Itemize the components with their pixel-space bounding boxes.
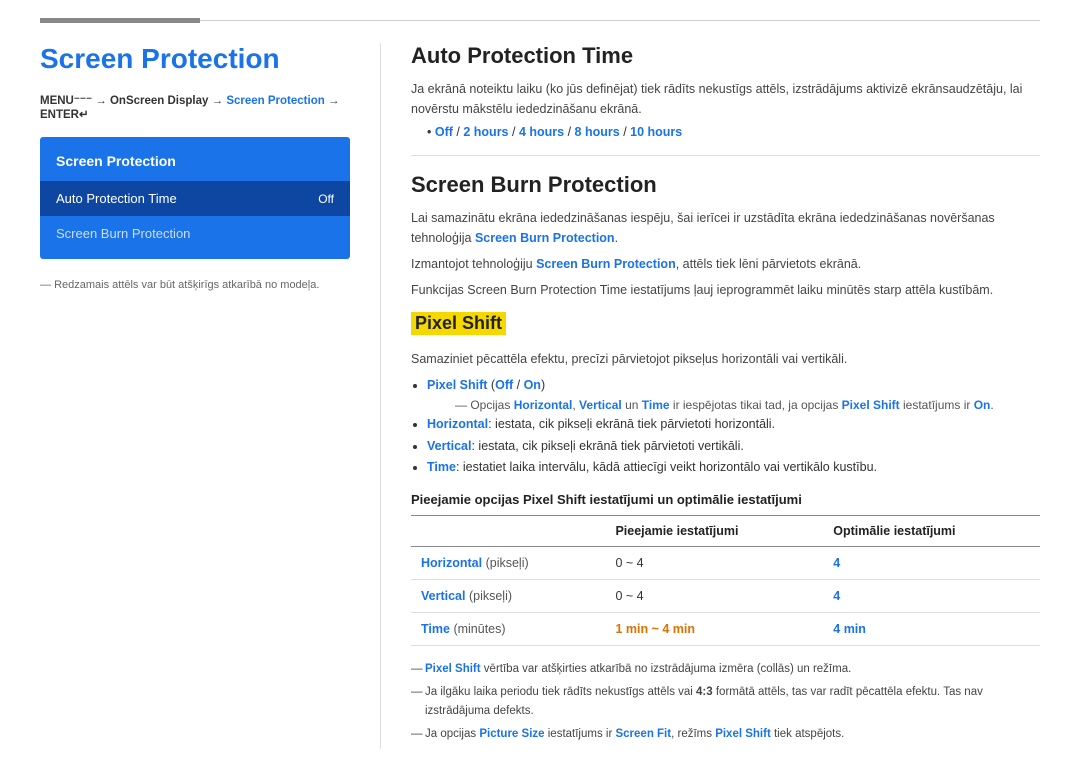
- menu-item-auto-value: Off: [318, 192, 334, 206]
- row-time-label: Time (minūtes): [411, 613, 605, 646]
- bullet-0-subnote: Opcijas Horizontal, Vertical un Time ir …: [455, 396, 1040, 414]
- row-vertical-optimal: 4: [823, 580, 1040, 613]
- menu-item-auto-label: Auto Protection Time: [56, 191, 177, 206]
- menu-item-burn-label: Screen Burn Protection: [56, 226, 190, 241]
- col-header-label: [411, 516, 605, 547]
- bullet-0: Pixel Shift (Off / On) Opcijas Horizonta…: [427, 375, 1040, 414]
- row-vertical-label: Vertical (pikseļi): [411, 580, 605, 613]
- table-row: Vertical (pikseļi) 0 ~ 4 4: [411, 580, 1040, 613]
- section2-desc3: Funkcijas Screen Burn Protection Time ie…: [411, 280, 1040, 300]
- section2-desc2: Izmantojot tehnoloģiju Screen Burn Prote…: [411, 254, 1040, 274]
- page-title: Screen Protection: [40, 43, 350, 75]
- top-bar-dark: [40, 18, 200, 23]
- breadcrumb-screen-protection: Screen Protection: [226, 95, 324, 107]
- pixel-shift-bullets: Pixel Shift (Off / On) Opcijas Horizonta…: [427, 375, 1040, 478]
- bottom-note-1: Ja ilgāku laika periodu tiek rādīts neku…: [411, 683, 1040, 720]
- section1-desc: Ja ekrānā noteiktu laiku (ko jūs definēj…: [411, 79, 1040, 119]
- bottom-notes: Pixel Shift vērtība var atšķirties atkar…: [411, 660, 1040, 744]
- row-horizontal-label: Horizontal (pikseļi): [411, 547, 605, 580]
- pixel-shift-table: Pieejamie iestatījumi Optimālie iestatīj…: [411, 515, 1040, 646]
- bullet-2: Vertical: iestata, cik pikseļi ekrānā ti…: [427, 436, 1040, 457]
- row-vertical-range: 0 ~ 4: [605, 580, 823, 613]
- breadcrumb-arrow1: →: [95, 95, 110, 107]
- screen-burn-link: Screen Burn Protection: [475, 231, 615, 245]
- pixel-shift-heading: Pixel Shift: [411, 312, 506, 335]
- table-row: Horizontal (pikseļi) 0 ~ 4 4: [411, 547, 1040, 580]
- row-horizontal-optimal: 4: [823, 547, 1040, 580]
- menu-box-title: Screen Protection: [40, 145, 350, 181]
- right-panel: Auto Protection Time Ja ekrānā noteiktu …: [380, 43, 1040, 749]
- breadcrumb-enter: ENTER↵: [40, 109, 89, 121]
- pixel-shift-desc: Samaziniet pēcattēla efektu, precīzi pār…: [411, 349, 1040, 369]
- section1-title: Auto Protection Time: [411, 43, 1040, 69]
- breadcrumb: MENU⁻⁻⁻ → OnScreen Display → Screen Prot…: [40, 93, 350, 121]
- breadcrumb-arrow2: →: [212, 95, 227, 107]
- table-section: Pieejamie opcijas Pixel Shift iestatījum…: [411, 492, 1040, 646]
- option-2h: 2 hours: [463, 125, 508, 139]
- row-horizontal-range: 0 ~ 4: [605, 547, 823, 580]
- breadcrumb-onscreen: OnScreen Display: [110, 95, 208, 107]
- table-row: Time (minūtes) 1 min ~ 4 min 4 min: [411, 613, 1040, 646]
- left-panel: Screen Protection MENU⁻⁻⁻ → OnScreen Dis…: [40, 43, 380, 749]
- menu-item-screen-burn[interactable]: Screen Burn Protection: [40, 216, 350, 251]
- divider1: [411, 155, 1040, 156]
- breadcrumb-arrow3: →: [328, 95, 340, 107]
- bottom-note-0: Pixel Shift vērtība var atšķirties atkar…: [411, 660, 1040, 678]
- breadcrumb-menu: MENU⁻⁻⁻: [40, 95, 92, 107]
- option-8h: 8 hours: [575, 125, 620, 139]
- left-note: Redzamais attēls var būt atšķirīgs atkar…: [40, 279, 350, 291]
- screen-burn-link2: Screen Burn Protection: [536, 257, 676, 271]
- option-off: Off: [435, 125, 453, 139]
- section2-title: Screen Burn Protection: [411, 172, 1040, 198]
- menu-box: Screen Protection Auto Protection Time O…: [40, 137, 350, 259]
- bullet-1: Horizontal: iestata, cik pikseļi ekrānā …: [427, 414, 1040, 435]
- bottom-note-2: Ja opcijas Picture Size iestatījums ir S…: [411, 725, 1040, 743]
- menu-item-auto-protection[interactable]: Auto Protection Time Off: [40, 181, 350, 216]
- row-time-range: 1 min ~ 4 min: [605, 613, 823, 646]
- option-10h: 10 hours: [630, 125, 682, 139]
- option-4h: 4 hours: [519, 125, 564, 139]
- table-heading: Pieejamie opcijas Pixel Shift iestatījum…: [411, 492, 1040, 507]
- row-time-optimal: 4 min: [823, 613, 1040, 646]
- section1-options: • Off / 2 hours / 4 hours / 8 hours / 10…: [427, 125, 1040, 139]
- top-bar-light: [200, 20, 1040, 21]
- col-header-available: Pieejamie iestatījumi: [605, 516, 823, 547]
- section2-desc1: Lai samazinātu ekrāna iededzināšanas ies…: [411, 208, 1040, 248]
- bullet-3: Time: iestatiet laika intervālu, kādā at…: [427, 457, 1040, 478]
- col-header-optimal: Optimālie iestatījumi: [823, 516, 1040, 547]
